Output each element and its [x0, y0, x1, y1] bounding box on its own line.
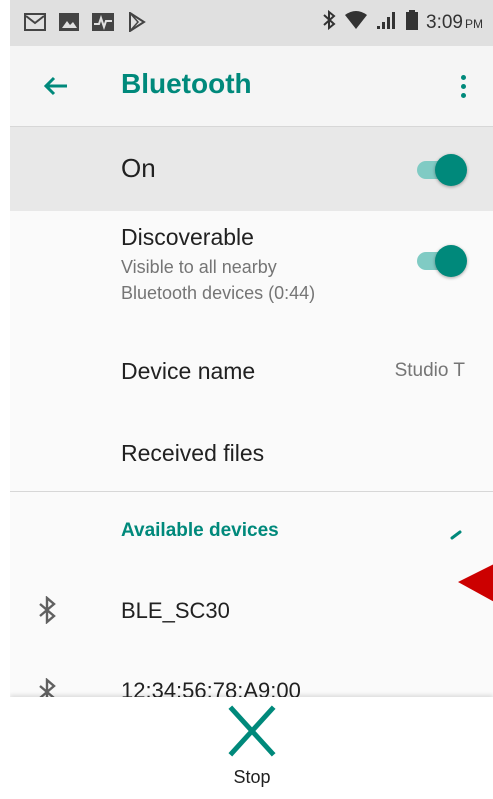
gmail-icon: [24, 12, 46, 32]
received-files-row[interactable]: Received files: [10, 412, 493, 490]
activity-icon: [92, 12, 114, 32]
screen: 3:09 PM Bluetooth On Discoverable Visible…: [10, 0, 493, 799]
scanning-spinner-icon: [450, 530, 462, 540]
more-vert-icon: [460, 74, 466, 80]
discoverable-summary-line1: Visible to all nearby: [121, 257, 277, 277]
switch-thumb: [435, 154, 467, 186]
device-list-item[interactable]: BLE_SC30: [10, 568, 493, 652]
app-bar: Bluetooth: [10, 46, 493, 127]
more-options-button[interactable]: [451, 68, 475, 104]
notification-icons: [24, 12, 148, 32]
signal-icon: [376, 10, 398, 35]
bluetooth-master-switch-row[interactable]: On: [10, 127, 493, 211]
page-title: Bluetooth: [121, 68, 252, 99]
discoverable-toggle[interactable]: [415, 244, 467, 277]
discoverable-summary-line2: Bluetooth devices (0:44): [121, 283, 316, 303]
bluetooth-icon: [322, 9, 336, 35]
wifi-icon: [344, 10, 368, 35]
image-icon: [58, 12, 80, 32]
more-vert-dot: [460, 83, 466, 89]
available-devices-header: Available devices: [121, 520, 279, 541]
bluetooth-toggle[interactable]: [415, 153, 467, 186]
discoverable-title: Discoverable: [121, 224, 254, 250]
back-button[interactable]: [40, 70, 72, 102]
received-files-title: Received files: [121, 440, 265, 466]
stop-button[interactable]: Stop: [206, 703, 298, 793]
clock: 3:09 PM: [426, 11, 483, 33]
battery-icon: [406, 10, 419, 35]
device-name-title: Device name: [121, 358, 256, 384]
bottom-action-bar: Stop: [10, 697, 493, 799]
bluetooth-icon: [39, 596, 56, 624]
more-vert-dot: [460, 92, 466, 98]
master-switch-label: On: [121, 153, 156, 183]
arrow-back-icon: [43, 76, 67, 96]
stop-label: Stop: [233, 767, 271, 787]
switch-thumb: [435, 245, 467, 277]
close-icon: [228, 705, 276, 757]
status-bar: 3:09 PM: [10, 0, 493, 46]
play-store-icon: [126, 12, 148, 32]
device-name-value: Studio T: [394, 360, 465, 381]
system-icons: 3:09 PM: [322, 9, 483, 35]
device-name-row[interactable]: Device name Studio T: [10, 330, 493, 410]
discoverable-row[interactable]: Discoverable Visible to all nearby Bluet…: [10, 212, 493, 320]
pointer-arrow-icon: [458, 564, 493, 602]
device-name: BLE_SC30: [121, 598, 230, 623]
divider: [10, 491, 493, 492]
